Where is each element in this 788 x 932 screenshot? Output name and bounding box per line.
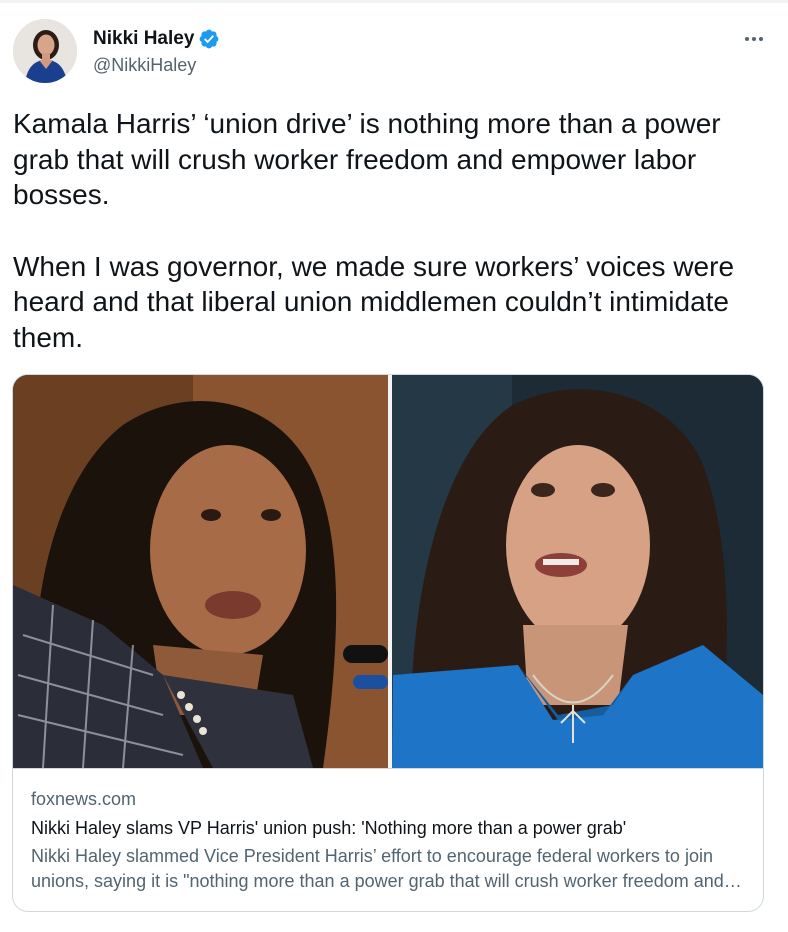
link-card-title: Nikki Haley slams VP Harris' union push:…	[31, 818, 627, 838]
avatar[interactable]	[13, 19, 77, 83]
more-dot	[752, 37, 756, 41]
link-card-description: Nikki Haley slammed Vice President Harri…	[31, 846, 724, 891]
link-card-domain: foxnews.com	[31, 789, 137, 809]
author-handle[interactable]: @NikkiHaley	[93, 54, 196, 76]
author-name-row[interactable]: Nikki Haley	[93, 28, 220, 50]
avatar-photo	[13, 19, 77, 83]
link-card[interactable]: foxnews.com Nikki Haley slams VP Harris'…	[12, 374, 764, 912]
link-card-image[interactable]	[13, 375, 763, 768]
more-dot	[745, 37, 749, 41]
tweet-paragraph-1: Kamala Harris’ ‘union drive’ is nothing …	[13, 108, 729, 210]
photo-kamala-harris	[13, 375, 388, 768]
top-divider	[0, 0, 788, 3]
author-display-name[interactable]: Nikki Haley	[93, 28, 194, 50]
more-horizontal-icon[interactable]	[736, 28, 772, 50]
link-card-meta[interactable]: foxnews.com Nikki Haley slams VP Harris'…	[13, 768, 763, 911]
tweet-text: Kamala Harris’ ‘union drive’ is nothing …	[13, 106, 773, 355]
more-dot	[759, 37, 763, 41]
photo-nikki-haley	[392, 375, 763, 768]
tweet-paragraph-2: When I was governor, we made sure worker…	[13, 250, 742, 353]
verified-badge-icon	[198, 28, 220, 50]
